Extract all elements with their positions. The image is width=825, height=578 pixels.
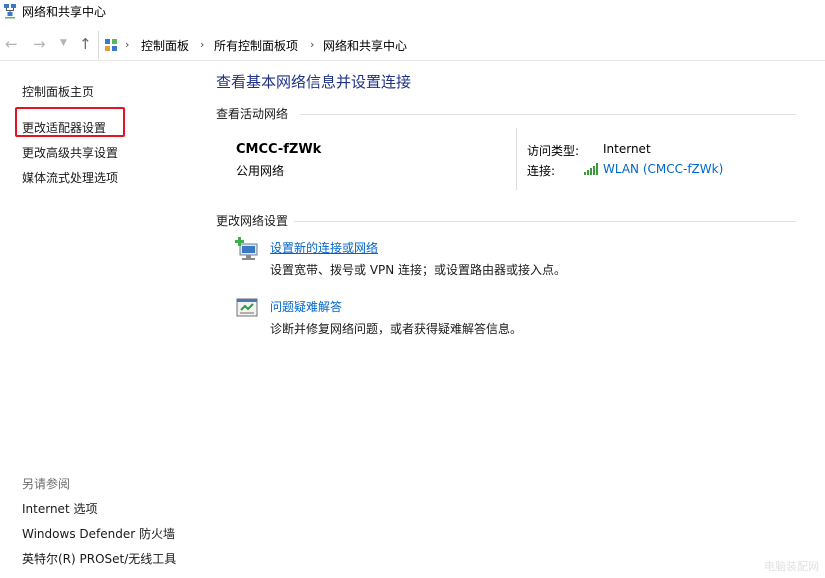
setup-connection-link[interactable]: 设置新的连接或网络 xyxy=(270,239,378,256)
see-also-title: 另请参阅 xyxy=(22,477,71,491)
network-center-icon xyxy=(4,4,16,19)
arrow-right-icon[interactable]: → xyxy=(33,37,46,52)
section-divider xyxy=(292,221,796,222)
see-also-proset[interactable]: 英特尔(R) PROSet/无线工具 xyxy=(22,550,176,567)
breadcrumb-all-items[interactable]: 所有控制面板项 xyxy=(214,37,298,54)
breadcrumb-separator: › xyxy=(200,38,205,51)
connection-label: 连接: xyxy=(527,164,556,178)
address-bar[interactable]: › 控制面板 › 所有控制面板项 › 网络和共享中心 xyxy=(98,31,825,59)
sidebar-link-advanced-sharing[interactable]: 更改高级共享设置 xyxy=(22,144,118,161)
breadcrumb-separator: › xyxy=(125,38,130,51)
arrow-up-icon[interactable]: ↑ xyxy=(79,37,92,52)
breadcrumb-separator: › xyxy=(310,38,315,51)
wifi-signal-icon xyxy=(584,163,598,175)
see-also-firewall[interactable]: Windows Defender 防火墙 xyxy=(22,525,175,542)
navigation-bar: ← → ▼ ↑ › 控制面板 › 所有控制面板项 › 网络和共享中心 xyxy=(0,31,825,61)
setup-connection-description: 设置宽带、拨号或 VPN 连接；或设置路由器或接入点。 xyxy=(270,263,567,277)
network-name: CMCC-fZWk xyxy=(236,142,322,157)
access-type-label: 访问类型: xyxy=(527,144,580,158)
window-title: 网络和共享中心 xyxy=(22,5,107,19)
active-networks-heading: 查看活动网络 xyxy=(216,105,295,122)
see-also-internet-options[interactable]: Internet 选项 xyxy=(22,500,97,517)
watermark: 电脑装配网 xyxy=(764,560,819,573)
access-type-value: Internet xyxy=(603,142,651,156)
page-title: 查看基本网络信息并设置连接 xyxy=(216,73,412,91)
chevron-down-icon[interactable]: ▼ xyxy=(60,39,67,48)
sidebar-link-media-streaming[interactable]: 媒体流式处理选项 xyxy=(22,169,118,186)
troubleshoot-link[interactable]: 问题疑难解答 xyxy=(270,298,342,315)
breadcrumb-control-panel[interactable]: 控制面板 xyxy=(141,37,189,54)
title-bar: 网络和共享中心 xyxy=(0,0,825,26)
section-divider xyxy=(300,114,796,115)
arrow-left-icon[interactable]: ← xyxy=(5,37,18,52)
troubleshoot-icon xyxy=(236,298,258,317)
vertical-divider xyxy=(516,128,517,190)
network-category: 公用网络 xyxy=(236,164,285,178)
sidebar-link-change-adapter[interactable]: 更改适配器设置 xyxy=(22,119,106,136)
sidebar-link-control-panel-home[interactable]: 控制面板主页 xyxy=(22,83,94,100)
new-connection-icon xyxy=(235,237,258,260)
control-panel-icon xyxy=(105,39,117,51)
wlan-connection-link[interactable]: WLAN (CMCC-fZWk) xyxy=(603,162,723,176)
change-settings-heading: 更改网络设置 xyxy=(216,212,295,229)
troubleshoot-description: 诊断并修复网络问题，或者获得疑难解答信息。 xyxy=(270,322,523,336)
breadcrumb-network-center[interactable]: 网络和共享中心 xyxy=(323,37,407,54)
